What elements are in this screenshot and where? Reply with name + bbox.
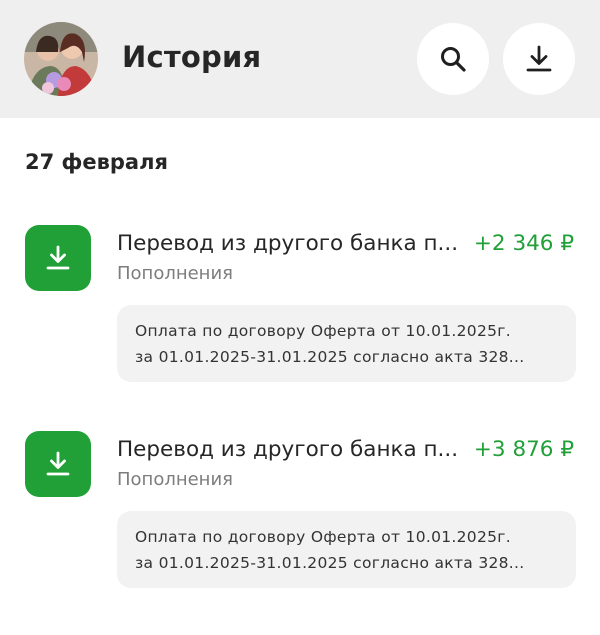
- download-arrow-icon: [46, 245, 70, 270]
- export-button[interactable]: [503, 23, 575, 95]
- download-arrow-icon: [46, 451, 70, 476]
- search-button[interactable]: [417, 23, 489, 95]
- transaction-comment: Оплата по договору Оферта от 10.01.2025г…: [117, 305, 576, 382]
- transaction-comment: Оплата по договору Оферта от 10.01.2025г…: [117, 511, 576, 588]
- download-icon: [526, 45, 552, 72]
- avatar-photo-icon: [24, 22, 98, 96]
- transaction-category: Пополнения: [117, 469, 233, 490]
- incoming-transfer-icon: [25, 431, 91, 497]
- incoming-transfer-icon: [25, 225, 91, 291]
- comment-line: за 01.01.2025-31.01.2025 согласно акта 3…: [135, 348, 525, 366]
- page-title: История: [122, 40, 262, 74]
- profile-avatar[interactable]: [24, 22, 98, 96]
- transaction-item[interactable]: Перевод из другого банка п... +3 876 ₽ П…: [0, 431, 600, 601]
- transaction-amount: +3 876 ₽: [473, 437, 574, 462]
- transaction-item[interactable]: Перевод из другого банка п... +2 346 ₽ П…: [0, 225, 600, 395]
- top-bar: История: [0, 0, 600, 118]
- comment-line: Оплата по договору Оферта от 10.01.2025г…: [135, 528, 511, 546]
- date-group-header: 27 февраля: [25, 150, 168, 174]
- transaction-title: Перевод из другого банка п...: [117, 437, 459, 462]
- comment-line: Оплата по договору Оферта от 10.01.2025г…: [135, 322, 511, 340]
- comment-line: за 01.01.2025-31.01.2025 согласно акта 3…: [135, 554, 525, 572]
- transaction-category: Пополнения: [117, 263, 233, 284]
- transaction-title: Перевод из другого банка п...: [117, 231, 459, 256]
- search-icon: [441, 47, 466, 72]
- transaction-amount: +2 346 ₽: [473, 231, 574, 256]
